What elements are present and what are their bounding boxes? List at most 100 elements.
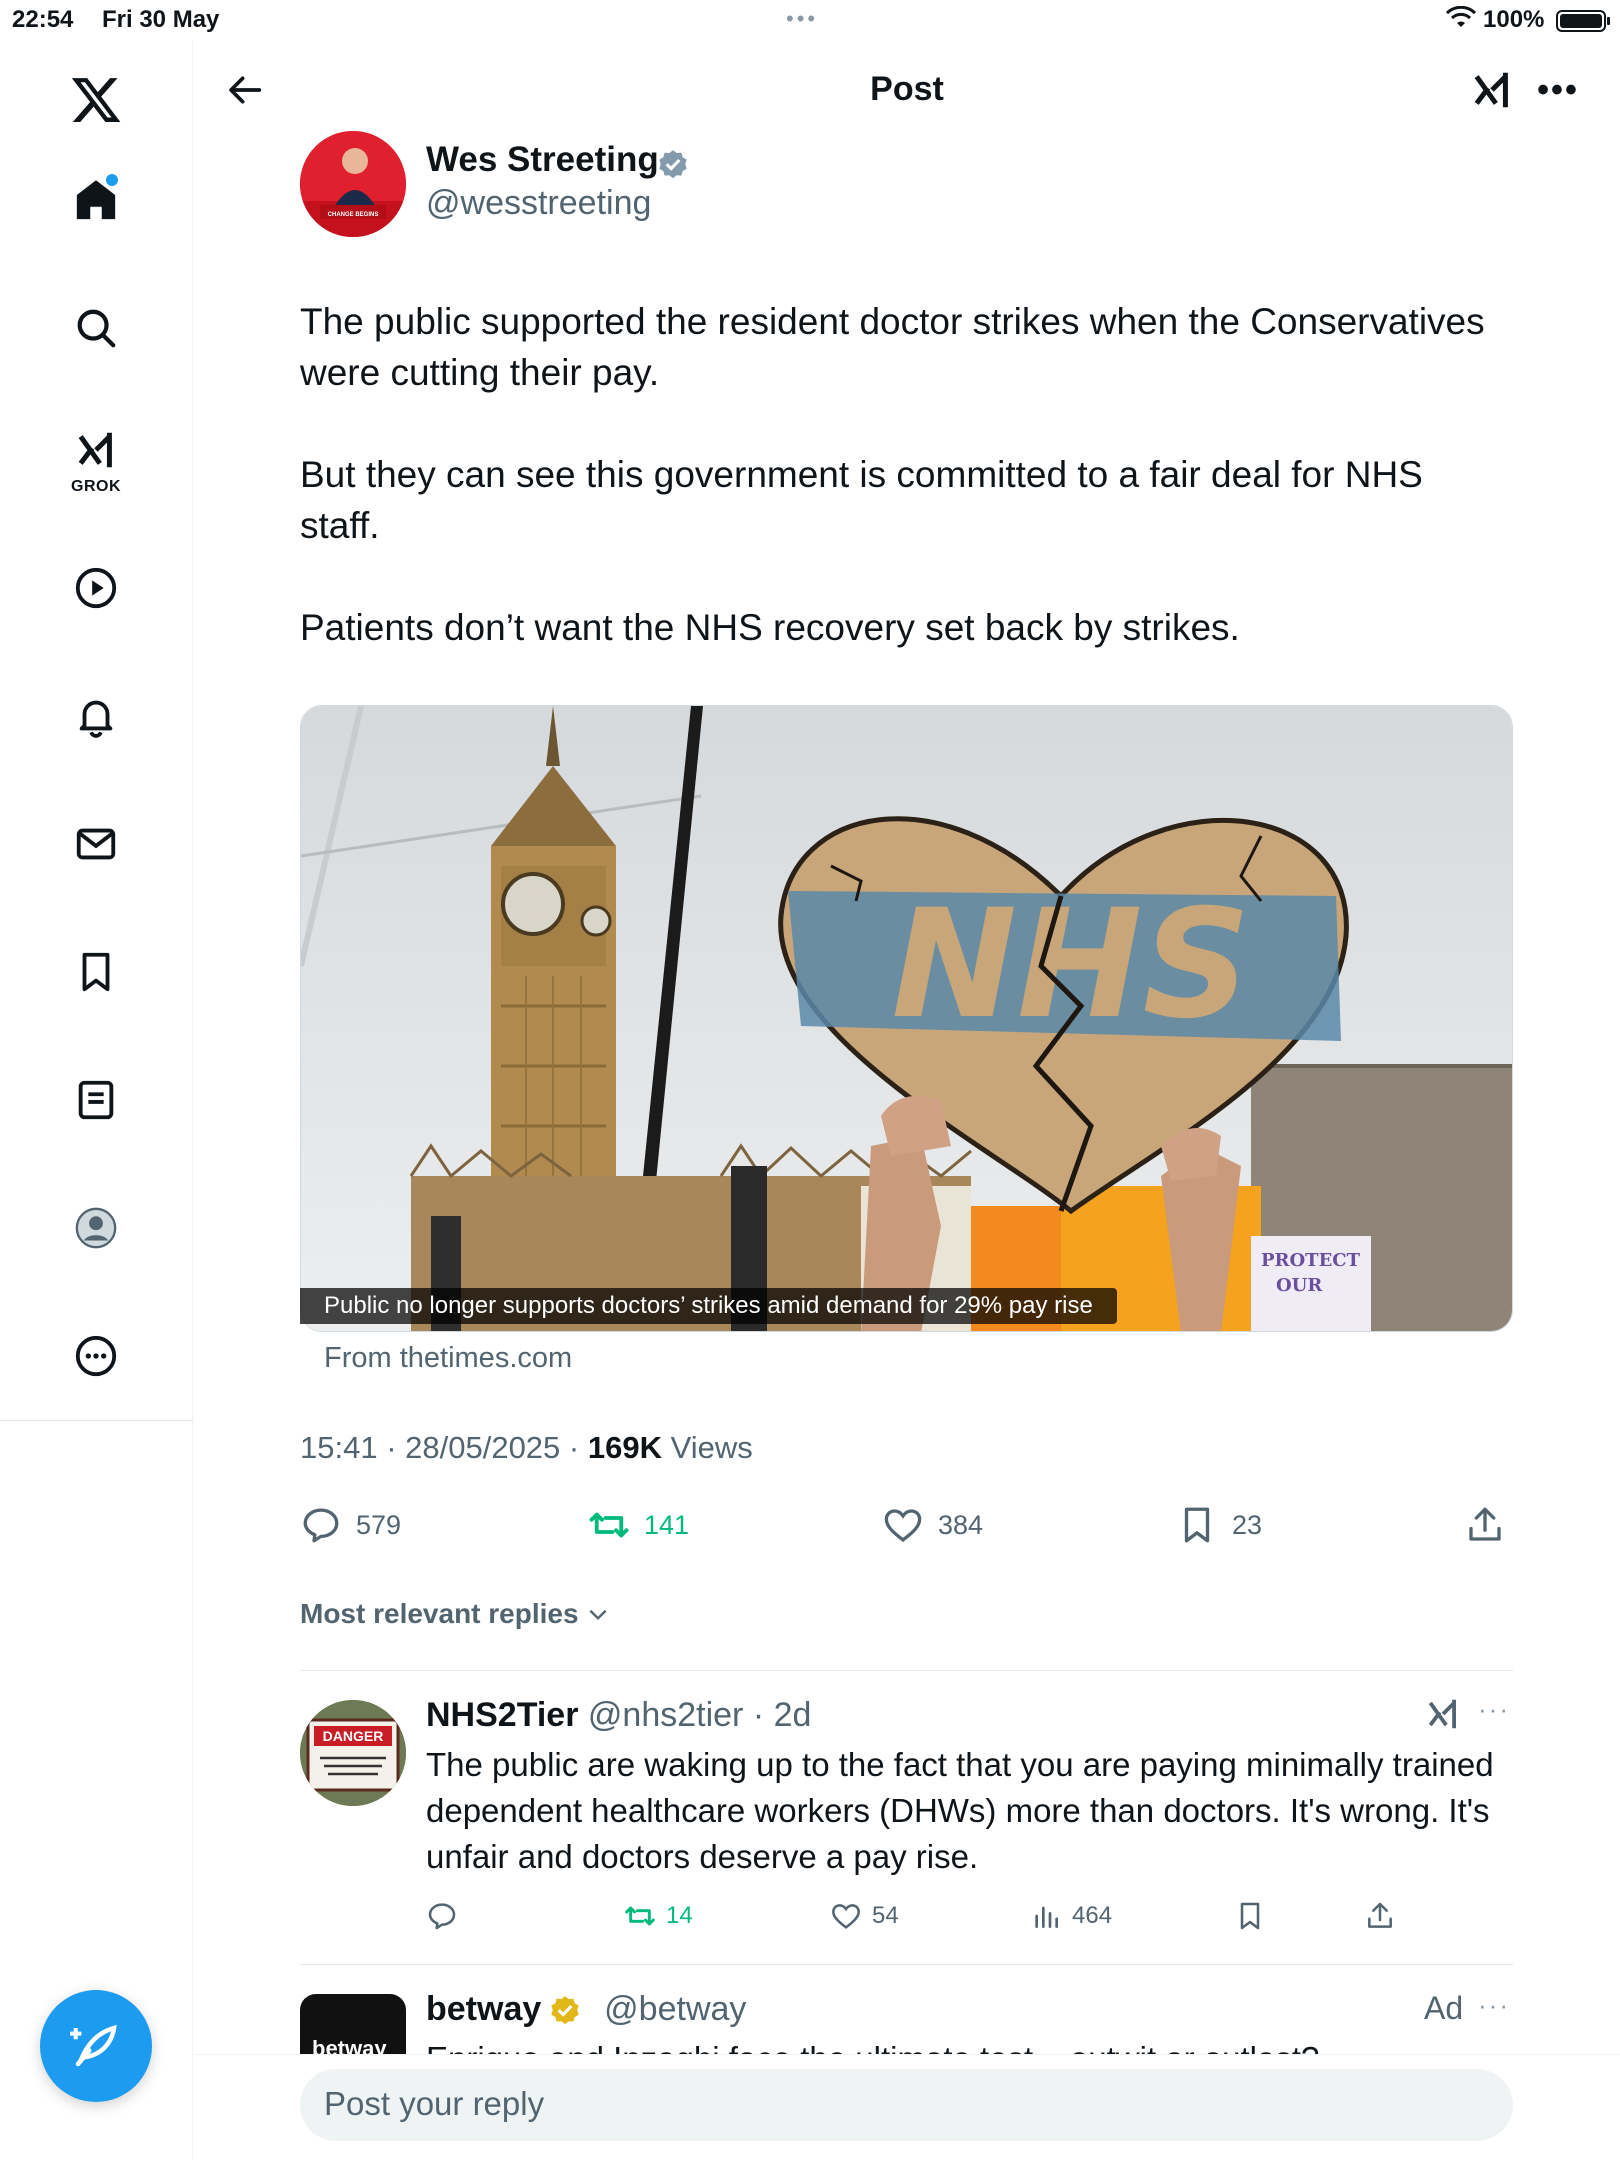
search-icon[interactable]	[66, 298, 126, 358]
grok-icon[interactable]	[66, 420, 126, 480]
ad-more-button[interactable]: ···	[1478, 1990, 1510, 2021]
like-count: 384	[938, 1509, 984, 1540]
verified-badge-icon	[659, 150, 687, 179]
link-card-title[interactable]: Public no longer supports doctors’ strik…	[300, 1288, 1117, 1324]
bookmark-icon	[1184, 1507, 1210, 1543]
reply-bookmark-button[interactable]	[1234, 1896, 1276, 1936]
author-avatar[interactable]: CHANGE BEGINS	[300, 131, 406, 237]
share-icon	[1368, 1902, 1392, 1928]
reply-author-name[interactable]: NHS2Tier	[426, 1696, 578, 1734]
x-logo-icon[interactable]	[66, 70, 126, 130]
verified-gold-badge-icon	[551, 1996, 579, 2025]
more-options-button[interactable]: •••	[1530, 62, 1586, 118]
more-icon[interactable]	[66, 1326, 126, 1386]
svg-text:OUR: OUR	[1276, 1275, 1323, 1296]
battery-nub	[1607, 17, 1610, 25]
link-card-image[interactable]: PROTECT OUR NHS	[300, 705, 1513, 1332]
reply-author-handle[interactable]: @nhs2tier	[588, 1696, 743, 1734]
ad-label: Ad	[1424, 1990, 1464, 2026]
grok-button[interactable]	[1464, 62, 1520, 118]
bookmark-icon	[1240, 1902, 1260, 1930]
svg-text:CHANGE BEGINS: CHANGE BEGINS	[328, 212, 379, 218]
share-button[interactable]	[1464, 1500, 1520, 1550]
battery-icon	[1556, 10, 1606, 32]
reply-count: 579	[356, 1509, 402, 1540]
like-button[interactable]: 384	[882, 1500, 983, 1550]
reply-button[interactable]: 579	[300, 1500, 401, 1550]
bookmarks-icon[interactable]	[66, 942, 126, 1002]
video-icon[interactable]	[66, 558, 126, 618]
sidebar: GROK	[0, 40, 193, 2160]
post-paragraph: Patients don’t want the NHS recovery set…	[300, 607, 1240, 648]
post-header: Post •••	[194, 40, 1620, 140]
reply-avatar-sign: DANGER	[323, 1728, 384, 1744]
ad-author-name[interactable]: betway	[426, 1990, 541, 2028]
reply-repost-count: 14	[666, 1902, 693, 1929]
post-date[interactable]: 28/05/2025	[405, 1430, 560, 1465]
wifi-icon	[1446, 6, 1476, 27]
author-handle[interactable]: @wesstreeting	[426, 184, 651, 223]
bookmark-count: 23	[1232, 1509, 1263, 1540]
repost-icon	[625, 1906, 655, 1926]
heart-icon	[832, 1904, 860, 1929]
notifications-icon[interactable]	[66, 686, 126, 746]
link-card-source[interactable]: From thetimes.com	[324, 1342, 572, 1375]
reply-more-button[interactable]: ···	[1478, 1694, 1510, 1725]
reply-age[interactable]: 2d	[774, 1696, 812, 1734]
reply-composer: Post your reply	[194, 2054, 1620, 2160]
reply-reply-button[interactable]	[426, 1896, 468, 1936]
sidebar-divider	[0, 1420, 193, 1421]
reply-avatar[interactable]: DANGER	[300, 1700, 406, 1806]
views-count: 169K	[587, 1430, 662, 1465]
repost-button[interactable]: 141	[588, 1500, 689, 1550]
battery-percentage: 100%	[1483, 6, 1545, 33]
reply-share-button[interactable]	[1364, 1896, 1406, 1936]
sign-nhs-text: NHS	[891, 878, 1250, 1052]
analytics-icon	[1035, 1906, 1058, 1928]
post-actions: 579 141 384 23	[300, 1500, 1513, 1550]
ad-header: betway @betway	[426, 1990, 746, 2029]
post-time[interactable]: 15:41	[300, 1430, 378, 1465]
reply-views-count: 464	[1072, 1902, 1113, 1929]
reply-header: NHS2Tier @nhs2tier · 2d	[426, 1696, 812, 1734]
reply-views-button[interactable]: 464	[1030, 1896, 1112, 1936]
post-body: The public supported the resident doctor…	[300, 296, 1500, 704]
lists-icon[interactable]	[66, 1070, 126, 1130]
grok-label: GROK	[71, 478, 121, 495]
multitasking-dots[interactable]: •••	[786, 6, 818, 32]
repost-icon	[589, 1512, 629, 1538]
messages-icon[interactable]	[66, 814, 126, 874]
divider	[300, 1964, 1513, 1965]
home-notification-dot	[106, 174, 118, 186]
reply-input[interactable]: Post your reply	[300, 2069, 1513, 2141]
post-timestamp: 15:41 · 28/05/2025 · 169K Views	[300, 1430, 753, 1465]
grok-icon[interactable]	[1424, 1694, 1462, 1734]
ad-text: Enrique and Inzaghi face the ultimate te…	[426, 2036, 1506, 2056]
status-time: 22:54	[12, 6, 74, 33]
chevron-down-icon	[589, 1609, 606, 1621]
svg-text:PROTECT: PROTECT	[1261, 1250, 1361, 1271]
share-icon	[1469, 1507, 1501, 1541]
replies-sort-dropdown[interactable]: Most relevant replies	[300, 1598, 611, 1630]
ad-author-handle[interactable]: @betway	[604, 1990, 746, 2028]
repost-count: 141	[644, 1509, 690, 1540]
reply-like-count: 54	[872, 1902, 899, 1929]
author-name[interactable]: Wes Streeting	[426, 140, 659, 180]
grok-icon	[1474, 72, 1508, 108]
bookmark-button[interactable]: 23	[1176, 1500, 1262, 1550]
compose-post-button[interactable]	[40, 1990, 152, 2102]
divider	[300, 1670, 1513, 1671]
reply-text: The public are waking up to the fact tha…	[426, 1746, 1494, 1875]
profile-icon[interactable]	[66, 1198, 126, 1258]
reply-icon	[303, 1508, 339, 1543]
post-paragraph: But they can see this government is comm…	[300, 454, 1423, 546]
views-label: Views	[670, 1430, 753, 1465]
replies-sort-label: Most relevant replies	[300, 1598, 579, 1629]
page-title: Post	[870, 70, 944, 108]
compose-feather-icon	[70, 2024, 117, 2067]
reply-actions: 14 54 464	[426, 1896, 1426, 1936]
status-bar: 22:54 Fri 30 May ••• 100%	[0, 0, 1620, 40]
reply-like-button[interactable]: 54	[830, 1896, 899, 1936]
reply-repost-button[interactable]: 14	[624, 1896, 693, 1936]
status-date: Fri 30 May	[102, 6, 220, 33]
